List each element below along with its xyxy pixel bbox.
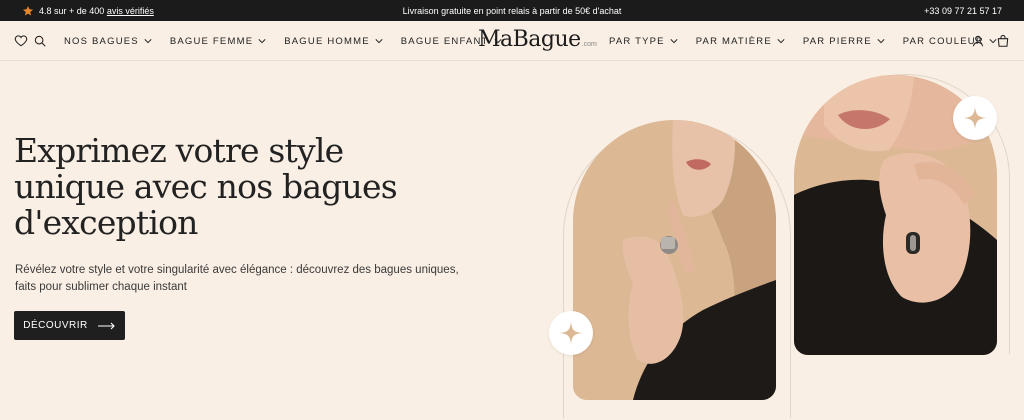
site-logo[interactable]: MaBague .com (478, 27, 597, 57)
heart-icon[interactable] (14, 34, 28, 48)
hero-title-line: d'exception (14, 203, 198, 242)
chevron-down-icon (777, 39, 785, 44)
sparkle-badge (549, 311, 593, 355)
reviews-link[interactable]: avis vérifiés (107, 6, 154, 16)
nav-item-par-pierre[interactable]: PAR PIERRE (803, 36, 885, 47)
sparkle-icon (964, 107, 986, 129)
nav-item-par-type[interactable]: PAR TYPE (609, 36, 678, 47)
discover-button[interactable]: DÉCOUVRIR (14, 311, 125, 340)
nav-label: NOS BAGUES (64, 35, 139, 47)
nav-item-par-matiere[interactable]: PAR MATIÈRE (696, 36, 785, 47)
shipping-notice: Livraison gratuite en point relais à par… (402, 6, 622, 16)
hero-subtitle: Révélez votre style et votre singularité… (15, 262, 485, 296)
announcement-bar: 4.8 sur + de 400 avis vérifiés Livraison… (0, 0, 1024, 21)
star-icon (23, 5, 33, 15)
nav-menu-right: PAR TYPE PAR MATIÈRE PAR PIERRE PAR COUL… (609, 21, 997, 61)
logo-text: MaBague (478, 27, 581, 52)
hero-title-line: Exprimez votre style (14, 131, 344, 170)
nav-menu-left: NOS BAGUES BAGUE FEMME BAGUE HOMME BAGUE… (64, 21, 502, 61)
hero-title-line: unique avec nos bagues (14, 167, 398, 206)
chevron-down-icon (375, 39, 383, 44)
rating-block: 4.8 sur + de 400 avis vérifiés (22, 0, 154, 21)
chevron-down-icon (877, 39, 885, 44)
chevron-down-icon (670, 39, 678, 44)
phone-number[interactable]: +33 09 77 21 57 17 (924, 6, 1002, 16)
search-icon[interactable] (33, 34, 47, 48)
hero-subtitle-line: Révélez votre style et votre singularité… (15, 264, 459, 276)
nav-label: PAR MATIÈRE (695, 35, 772, 47)
logo-suffix: .com (581, 41, 597, 48)
rating-text: 4.8 sur + de 400 (39, 5, 105, 16)
nav-label: PAR PIERRE (802, 35, 872, 47)
nav-item-nos-bagues[interactable]: NOS BAGUES (64, 36, 152, 47)
nav-label: BAGUE HOMME (284, 35, 370, 47)
hero-image-model-left (573, 120, 776, 400)
discover-button-label: DÉCOUVRIR (23, 320, 88, 331)
hero-subtitle-line: faits pour sublimer chaque instant (15, 281, 187, 293)
sparkle-icon (560, 322, 582, 344)
hero-title: Exprimez votre style unique avec nos bag… (14, 133, 434, 241)
sparkle-badge (953, 96, 997, 140)
chevron-down-icon (144, 39, 152, 44)
nav-item-bague-homme[interactable]: BAGUE HOMME (284, 36, 383, 47)
nav-label: PAR TYPE (609, 35, 665, 47)
nav-label: BAGUE FEMME (169, 35, 254, 47)
arrow-right-icon (97, 322, 115, 329)
nav-item-bague-femme[interactable]: BAGUE FEMME (170, 36, 266, 47)
chevron-down-icon (258, 39, 266, 44)
main-navigation: NOS BAGUES BAGUE FEMME BAGUE HOMME BAGUE… (0, 21, 1024, 61)
shopping-bag-icon[interactable] (996, 34, 1010, 48)
nav-label: BAGUE ENFANT (400, 35, 489, 47)
user-icon[interactable] (971, 34, 985, 48)
